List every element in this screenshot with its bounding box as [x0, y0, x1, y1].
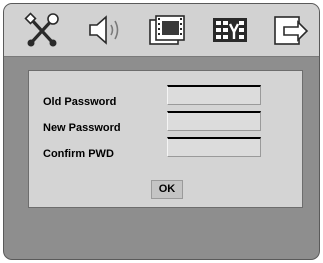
new-password-field[interactable] [167, 111, 261, 131]
exit-icon[interactable] [270, 10, 310, 50]
parental-control-icon[interactable] [210, 10, 250, 50]
film-icon[interactable] [147, 10, 187, 50]
speaker-icon[interactable] [85, 10, 125, 50]
setup-menu-panel: Old Password New Password Confirm PWD OK [3, 3, 320, 260]
old-password-field[interactable] [167, 85, 261, 105]
new-password-label: New Password [43, 122, 121, 134]
confirm-password-field[interactable] [167, 137, 261, 157]
password-dialog: Old Password New Password Confirm PWD OK [28, 70, 303, 208]
ok-button[interactable]: OK [151, 180, 183, 199]
menu-tab-bar [4, 4, 319, 57]
old-password-label: Old Password [43, 96, 117, 108]
tools-icon[interactable] [22, 10, 62, 50]
confirm-password-label: Confirm PWD [43, 148, 114, 160]
